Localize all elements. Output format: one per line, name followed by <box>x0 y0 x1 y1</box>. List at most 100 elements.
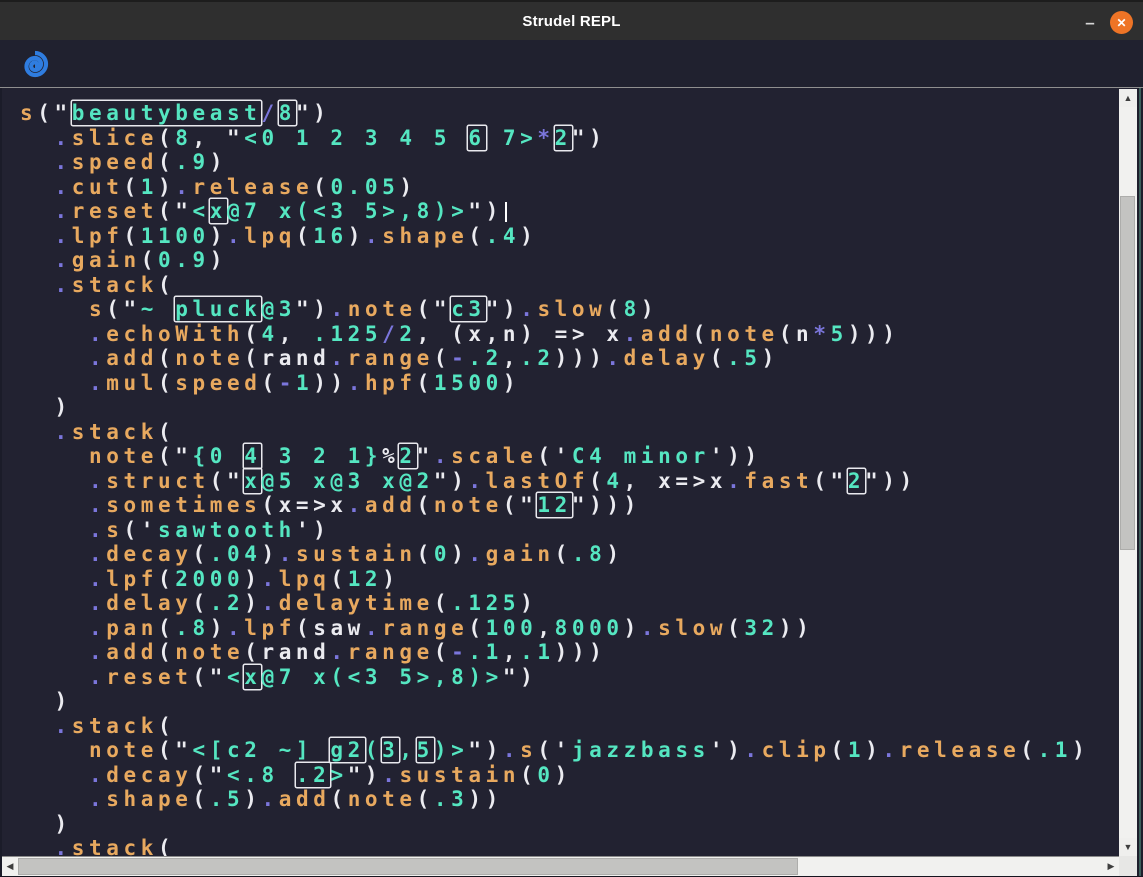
code-token: range <box>348 640 434 664</box>
code-token: ( <box>158 150 175 174</box>
code-token: 1500 <box>434 371 503 395</box>
close-button[interactable]: ✕ <box>1110 11 1133 34</box>
code-token: ") <box>503 665 538 689</box>
code-token: . <box>330 346 347 370</box>
code-line: .lpf(2000).lpq(12) <box>20 567 1118 592</box>
minimize-button[interactable]: – <box>1081 16 1099 34</box>
code-token: - <box>451 640 468 664</box>
code-token: decay <box>106 542 192 566</box>
code-token: . <box>348 493 365 517</box>
code-token: ) <box>158 175 175 199</box>
code-token: . <box>55 175 72 199</box>
code-token: stack <box>72 714 158 738</box>
code-token: C4 minor <box>572 444 710 468</box>
code-token <box>20 665 89 689</box>
code-token: 2 <box>399 322 416 346</box>
code-line: .stack( <box>20 420 1118 445</box>
code-token: ) <box>20 812 72 836</box>
code-token: delaytime <box>279 591 434 615</box>
code-token: 0 <box>537 763 554 787</box>
code-token: ( <box>330 787 347 811</box>
code-token: (rand <box>244 346 330 370</box>
code-token: / <box>382 322 399 346</box>
scroll-left-arrow-icon[interactable]: ◀ <box>2 858 18 875</box>
code-token: ( <box>589 469 606 493</box>
code-token: ( <box>417 493 434 517</box>
code-editor[interactable]: s("beautybeast/8") .slice(8, "<0 1 2 3 4… <box>2 89 1118 856</box>
code-token: .1 <box>468 640 503 664</box>
code-token: ) <box>20 395 72 419</box>
code-token: .125 <box>313 322 382 346</box>
code-token: release <box>192 175 313 199</box>
code-token: .2 <box>468 346 503 370</box>
code-token <box>20 224 55 248</box>
code-token: lpf <box>106 567 158 591</box>
scroll-right-arrow-icon[interactable]: ▶ <box>1103 858 1119 875</box>
code-token: ) <box>244 567 261 591</box>
code-token: . <box>330 297 347 321</box>
code-token: ( <box>158 567 175 591</box>
code-token: @5 x@3 x@2 <box>261 469 433 493</box>
code-token: <[c2 ~] <box>192 738 330 762</box>
vertical-scrollbar[interactable]: ▲ ▼ <box>1119 89 1137 856</box>
code-token: . <box>606 346 623 370</box>
code-token: ~ <box>141 297 176 321</box>
code-token: )) <box>779 616 814 640</box>
code-line: .stack( <box>20 714 1118 739</box>
scroll-up-arrow-icon[interactable]: ▲ <box>1119 89 1137 107</box>
window-right-edge <box>1139 88 1141 877</box>
code-token: ( <box>158 640 175 664</box>
code-line: .stack( <box>20 836 1118 856</box>
titlebar[interactable]: Strudel REPL – ✕ <box>0 0 1143 40</box>
code-token: ") <box>434 469 469 493</box>
code-token: * <box>813 322 830 346</box>
code-token <box>20 787 89 811</box>
code-token: ( <box>296 224 313 248</box>
code-token: .8 <box>175 616 210 640</box>
code-token <box>20 420 55 444</box>
code-token: speed <box>175 371 261 395</box>
horizontal-scrollbar[interactable]: ◀ ▶ <box>2 856 1119 876</box>
code-token: ( <box>555 542 572 566</box>
code-token: stack <box>72 273 158 297</box>
code-token: s <box>20 101 37 125</box>
code-token: (saw <box>296 616 365 640</box>
code-token: ) <box>641 297 658 321</box>
code-line: .reset("<x@7 x(<3 5>,8)>") <box>20 665 1118 690</box>
code-token: / <box>261 101 278 125</box>
code-token: ) <box>210 248 227 272</box>
scroll-down-arrow-icon[interactable]: ▼ <box>1119 838 1137 856</box>
code-token: ) <box>210 224 227 248</box>
spiral-path <box>27 53 47 75</box>
code-token: . <box>279 542 296 566</box>
code-token: 1 <box>848 738 865 762</box>
code-area[interactable]: s("beautybeast/8") .slice(8, "<0 1 2 3 4… <box>2 89 1118 856</box>
code-token: (" <box>210 469 245 493</box>
code-token: slow <box>537 297 606 321</box>
code-token: ( <box>192 542 209 566</box>
code-token: lpf <box>72 224 124 248</box>
vertical-scrollbar-thumb[interactable] <box>1120 196 1135 550</box>
code-token <box>20 297 89 321</box>
code-token: . <box>882 738 899 762</box>
strudel-logo-icon[interactable] <box>18 47 52 81</box>
code-token: ( <box>831 738 848 762</box>
code-token: (' <box>537 738 572 762</box>
code-token: (" <box>417 297 452 321</box>
code-token: .5 <box>727 346 762 370</box>
code-token: range <box>348 346 434 370</box>
code-token: . <box>365 616 382 640</box>
code-token: s <box>106 518 123 542</box>
code-token: .9 <box>175 150 210 174</box>
code-token: . <box>89 371 106 395</box>
horizontal-scrollbar-thumb[interactable] <box>18 858 798 875</box>
code-token: 2 <box>399 444 416 468</box>
code-token: "))) <box>572 493 641 517</box>
code-token: ) <box>762 346 779 370</box>
code-token: . <box>468 542 485 566</box>
code-token <box>20 542 89 566</box>
code-token: (" <box>106 297 141 321</box>
code-token: . <box>89 591 106 615</box>
code-token: x <box>210 199 227 223</box>
code-token: " <box>417 444 434 468</box>
